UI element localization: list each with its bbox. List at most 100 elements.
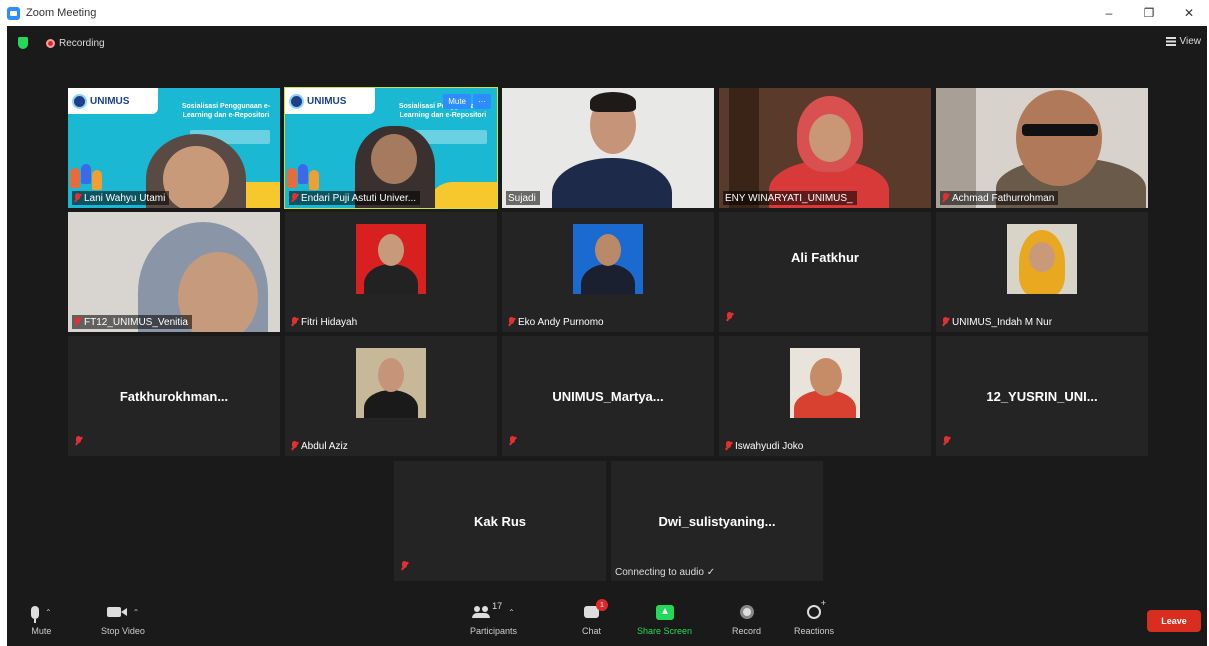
participant-display-name: Fatkhurokhman...: [119, 388, 229, 404]
minimize-button[interactable]: –: [1089, 0, 1129, 26]
slide-logo: UNIMUS: [285, 88, 375, 114]
participant-mic-status: [943, 433, 950, 451]
mic-muted-icon: [943, 436, 950, 446]
video-tile[interactable]: Achmad Fathurrohman: [936, 88, 1148, 208]
participants-count: 17: [492, 601, 503, 611]
participants-button[interactable]: 17 ⌃ Participants: [470, 601, 517, 636]
leave-button[interactable]: Leave: [1147, 610, 1201, 632]
share-screen-icon: [655, 604, 674, 620]
video-tile[interactable]: Dwi_sulistyaning... Connecting to audio …: [611, 461, 823, 581]
video-tile-active-speaker[interactable]: UNIMUS Sosialisasi Penggunaan e-Learning…: [284, 87, 498, 209]
mic-muted-icon: [291, 193, 298, 203]
participant-face: [371, 134, 417, 184]
share-screen-label: Share Screen: [637, 626, 693, 636]
mic-muted-icon: [942, 317, 949, 327]
video-tile[interactable]: 12_YUSRIN_UNI...: [936, 336, 1148, 456]
restore-button[interactable]: ❐: [1129, 0, 1169, 26]
close-button[interactable]: ✕: [1169, 0, 1209, 26]
mute-label: Mute: [31, 626, 52, 636]
video-tile[interactable]: UNIMUS Sosialisasi Penggunaan e-Learning…: [68, 88, 280, 208]
video-tile[interactable]: Eko Andy Purnomo: [502, 212, 714, 332]
participant-name: Iswahyudi Joko: [735, 440, 804, 452]
participant-name: Endari Puji Astuti Univer...: [301, 192, 417, 204]
university-logo-icon: [72, 93, 87, 109]
participant-name-tag: ENY WINARYATI_UNIMUS_: [723, 191, 857, 205]
participant-name-tag: Iswahyudi Joko: [723, 439, 807, 453]
mic-muted-icon: [74, 193, 81, 203]
participant-name-tag: FT12_UNIMUS_Venitia: [72, 315, 192, 329]
share-screen-button[interactable]: Share Screen: [637, 601, 692, 636]
participant-name-tag: Endari Puji Astuti Univer...: [289, 191, 421, 205]
view-button[interactable]: View: [1165, 36, 1201, 47]
video-tile[interactable]: Iswahyudi Joko: [719, 336, 931, 456]
participant-hair: [590, 92, 636, 112]
video-tile[interactable]: UNIMUS_Martya...: [502, 336, 714, 456]
slide-logo: UNIMUS: [68, 88, 158, 114]
participant-display-name: Kak Rus: [473, 513, 527, 529]
microphone-icon: [31, 605, 39, 623]
video-tile[interactable]: Abdul Aziz: [285, 336, 497, 456]
mic-muted-icon: [401, 561, 408, 571]
tile-more-button[interactable]: ···: [473, 94, 491, 109]
participant-name-tag: Fitri Hidayah: [289, 315, 361, 329]
participant-name: Eko Andy Purnomo: [518, 316, 604, 328]
participant-name: Sujadi: [508, 192, 536, 204]
participant-mic-status: [726, 309, 733, 327]
tile-action-buttons: Mute ···: [443, 94, 491, 109]
video-tile[interactable]: Sujadi: [502, 88, 714, 208]
mute-button[interactable]: ⌃ Mute: [31, 601, 52, 636]
video-tile[interactable]: UNIMUS_Indah M Nur: [936, 212, 1148, 332]
participant-display-name: Ali Fatkhur: [791, 249, 859, 265]
mic-muted-icon: [509, 436, 516, 446]
video-tile[interactable]: Fitri Hidayah: [285, 212, 497, 332]
mic-muted-icon: [725, 441, 732, 451]
profile-photo: [356, 348, 426, 418]
participant-display-name: Dwi_sulistyaning...: [658, 513, 776, 529]
participant-name-tag: UNIMUS_Indah M Nur: [940, 315, 1056, 329]
recording-dot-icon: [46, 38, 55, 48]
participant-display-name: UNIMUS_Martya...: [552, 388, 664, 404]
video-tile[interactable]: Ali Fatkhur: [719, 212, 931, 332]
participant-name: Fitri Hidayah: [301, 316, 358, 328]
mic-muted-icon: [726, 312, 733, 322]
profile-photo: [356, 224, 426, 294]
mic-muted-icon: [74, 317, 81, 327]
meeting-toolbar: ⌃ Mute ⌃ Stop Video 17 ⌃ Participants 1: [7, 593, 1207, 646]
video-tile[interactable]: ENY WINARYATI_UNIMUS_: [719, 88, 931, 208]
recording-label: Recording: [59, 37, 105, 49]
chevron-up-icon[interactable]: ⌃: [45, 608, 52, 617]
window-title: Zoom Meeting: [26, 7, 97, 19]
participant-name-tag: Sujadi: [506, 191, 540, 205]
stop-video-button[interactable]: ⌃ Stop Video: [101, 601, 145, 636]
tile-mute-button[interactable]: Mute: [443, 94, 471, 109]
participant-name: ENY WINARYATI_UNIMUS_: [725, 192, 853, 204]
zoom-app-icon: [7, 6, 20, 20]
mic-muted-icon: [291, 441, 298, 451]
chat-button[interactable]: 1 Chat: [582, 599, 608, 636]
participant-name: UNIMUS_Indah M Nur: [952, 316, 1053, 328]
slide-logo-text: UNIMUS: [90, 95, 130, 107]
reactions-button[interactable]: Reactions: [794, 598, 834, 636]
profile-photo: [790, 348, 860, 418]
meeting-topbar: Recording View: [7, 26, 1207, 60]
record-button[interactable]: Record: [732, 601, 761, 636]
video-tile[interactable]: Kak Rus: [394, 461, 606, 581]
video-tile[interactable]: FT12_UNIMUS_Venitia: [68, 212, 280, 332]
stop-video-label: Stop Video: [101, 626, 145, 636]
slide-decoration: [427, 182, 497, 208]
background-wall: [936, 88, 976, 208]
slide-logo-text: UNIMUS: [307, 95, 347, 107]
record-icon: [739, 605, 754, 619]
security-shield-icon[interactable]: [18, 37, 28, 49]
participant-name: FT12_UNIMUS_Venitia: [84, 316, 188, 328]
grid-view-icon: [1165, 37, 1176, 46]
mic-muted-icon: [508, 317, 515, 327]
video-tile[interactable]: Fatkhurokhman...: [68, 336, 280, 456]
participant-face: [163, 146, 229, 208]
chevron-up-icon[interactable]: ⌃: [508, 608, 515, 617]
audio-connecting-status: Connecting to audio ✓: [615, 567, 716, 578]
shared-slide: UNIMUS Sosialisasi Penggunaan e-Learning…: [68, 88, 280, 208]
participant-name: Achmad Fathurrohman: [952, 192, 1055, 204]
chevron-up-icon[interactable]: ⌃: [133, 608, 140, 617]
smiley-icon: [807, 598, 826, 619]
